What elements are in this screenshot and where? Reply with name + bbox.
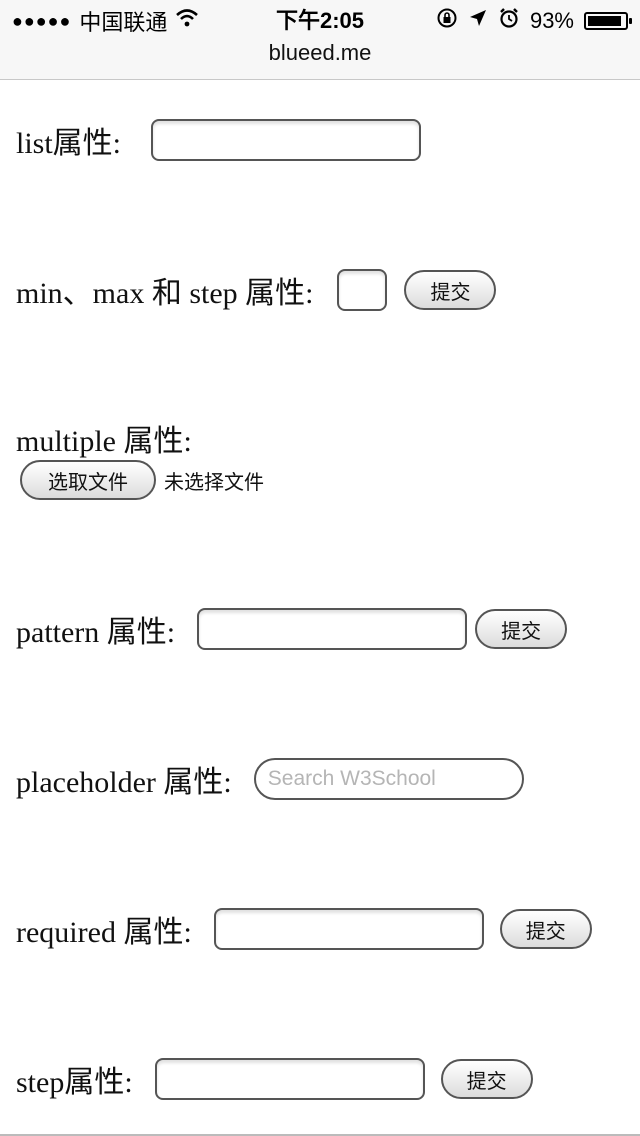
number-input[interactable] — [337, 269, 388, 311]
address-bar-url[interactable]: blueed.me — [0, 40, 640, 66]
battery-percent: 93% — [529, 8, 574, 33]
step-label: step属性: — [16, 1066, 133, 1099]
minmax-label: min、max 和 step 属性: — [16, 277, 314, 310]
step-row: step属性: 提交 — [16, 1057, 533, 1101]
multiple-label: multiple 属性: — [16, 425, 192, 458]
multiple-row: multiple 属性: — [16, 416, 192, 460]
location-arrow-icon — [468, 8, 488, 34]
pattern-row: pattern 属性: 提交 — [16, 607, 568, 651]
search-input[interactable]: Search W3School — [253, 758, 524, 800]
step-submit-button[interactable]: 提交 — [440, 1059, 533, 1099]
placeholder-label: placeholder 属性: — [16, 766, 232, 799]
status-bar: ●●●●● 中国联通 下午2:05 93% blueed.me — [0, 0, 640, 80]
list-label: list属性: — [16, 127, 122, 160]
step-input[interactable] — [154, 1058, 425, 1100]
pattern-submit-button[interactable]: 提交 — [475, 609, 568, 649]
list-row: list属性: — [16, 118, 422, 162]
battery-level — [588, 16, 621, 26]
pattern-label: pattern 属性: — [16, 616, 176, 649]
wifi-icon — [175, 8, 199, 34]
file-status-text: 未选择文件 — [164, 469, 264, 494]
placeholder-row: placeholder 属性: Search W3School — [16, 757, 524, 801]
minmax-submit-button[interactable]: 提交 — [404, 270, 497, 310]
required-submit-button[interactable]: 提交 — [499, 909, 592, 949]
battery-icon — [584, 12, 632, 30]
required-label: required 属性: — [16, 916, 192, 949]
pattern-input[interactable] — [197, 608, 468, 650]
required-row: required 属性: 提交 — [16, 907, 592, 951]
file-row: 选取文件 未选择文件 — [20, 460, 264, 500]
rotation-lock-icon — [436, 7, 458, 35]
signal-strength: ●●●●● — [12, 10, 72, 31]
carrier-name: 中国联通 — [79, 10, 168, 35]
alarm-icon — [498, 7, 520, 35]
choose-file-button[interactable]: 选取文件 — [20, 460, 156, 500]
minmax-row: min、max 和 step 属性: 提交 — [16, 268, 497, 312]
required-input[interactable] — [213, 908, 484, 950]
search-placeholder: Search W3School — [267, 767, 436, 790]
list-input[interactable] — [151, 119, 422, 161]
